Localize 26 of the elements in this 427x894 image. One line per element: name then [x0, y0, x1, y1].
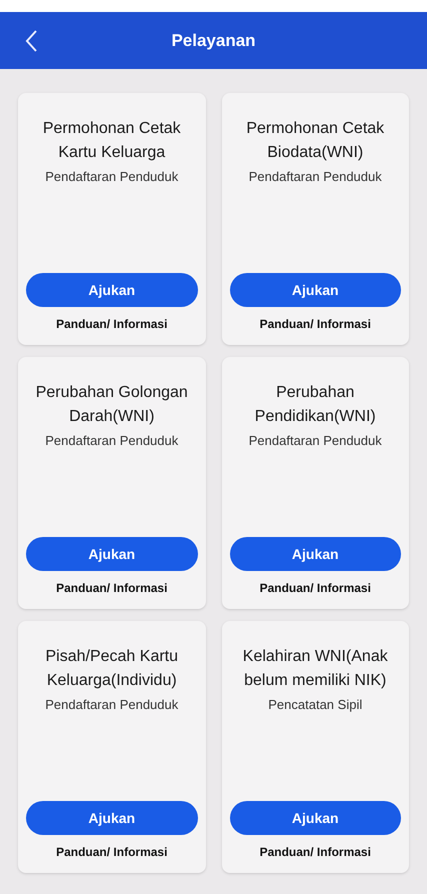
submit-button[interactable]: Ajukan [230, 801, 401, 835]
service-title: Perubahan Pendidikan(WNI) [254, 383, 377, 427]
submit-button[interactable]: Ajukan [26, 801, 198, 835]
service-title: Pisah/Pecah Kartu Keluarga(Individu) [44, 647, 180, 691]
submit-button[interactable]: Ajukan [230, 537, 401, 571]
service-category: Pendaftaran Penduduk [45, 696, 178, 714]
guide-link[interactable]: Panduan/ Informasi [260, 579, 371, 597]
page-title: Pelayanan [171, 30, 256, 52]
service-title: Permohonan Cetak Biodata(WNI) [245, 119, 386, 163]
submit-button[interactable]: Ajukan [26, 537, 198, 571]
back-icon[interactable] [24, 28, 38, 52]
service-category: Pendaftaran Penduduk [45, 432, 178, 450]
guide-link[interactable]: Panduan/ Informasi [260, 843, 371, 861]
service-category: Pencatatan Sipil [268, 696, 362, 714]
service-title: Kelahiran WNI(Anak belum memiliki NIK) [242, 647, 389, 691]
service-category: Pendaftaran Penduduk [248, 168, 382, 186]
service-title: Permohonan Cetak Kartu Keluarga [42, 119, 182, 163]
guide-link[interactable]: Panduan/ Informasi [260, 315, 371, 333]
service-category: Pendaftaran Penduduk [248, 432, 382, 450]
service-category: Pendaftaran Penduduk [45, 168, 178, 186]
submit-button[interactable]: Ajukan [26, 273, 198, 307]
service-title: Perubahan Golongan Darah(WNI) [34, 383, 189, 427]
submit-button[interactable]: Ajukan [230, 273, 401, 307]
guide-link[interactable]: Panduan/ Informasi [56, 843, 168, 861]
guide-link[interactable]: Panduan/ Informasi [56, 579, 168, 597]
guide-link[interactable]: Panduan/ Informasi [56, 315, 168, 333]
